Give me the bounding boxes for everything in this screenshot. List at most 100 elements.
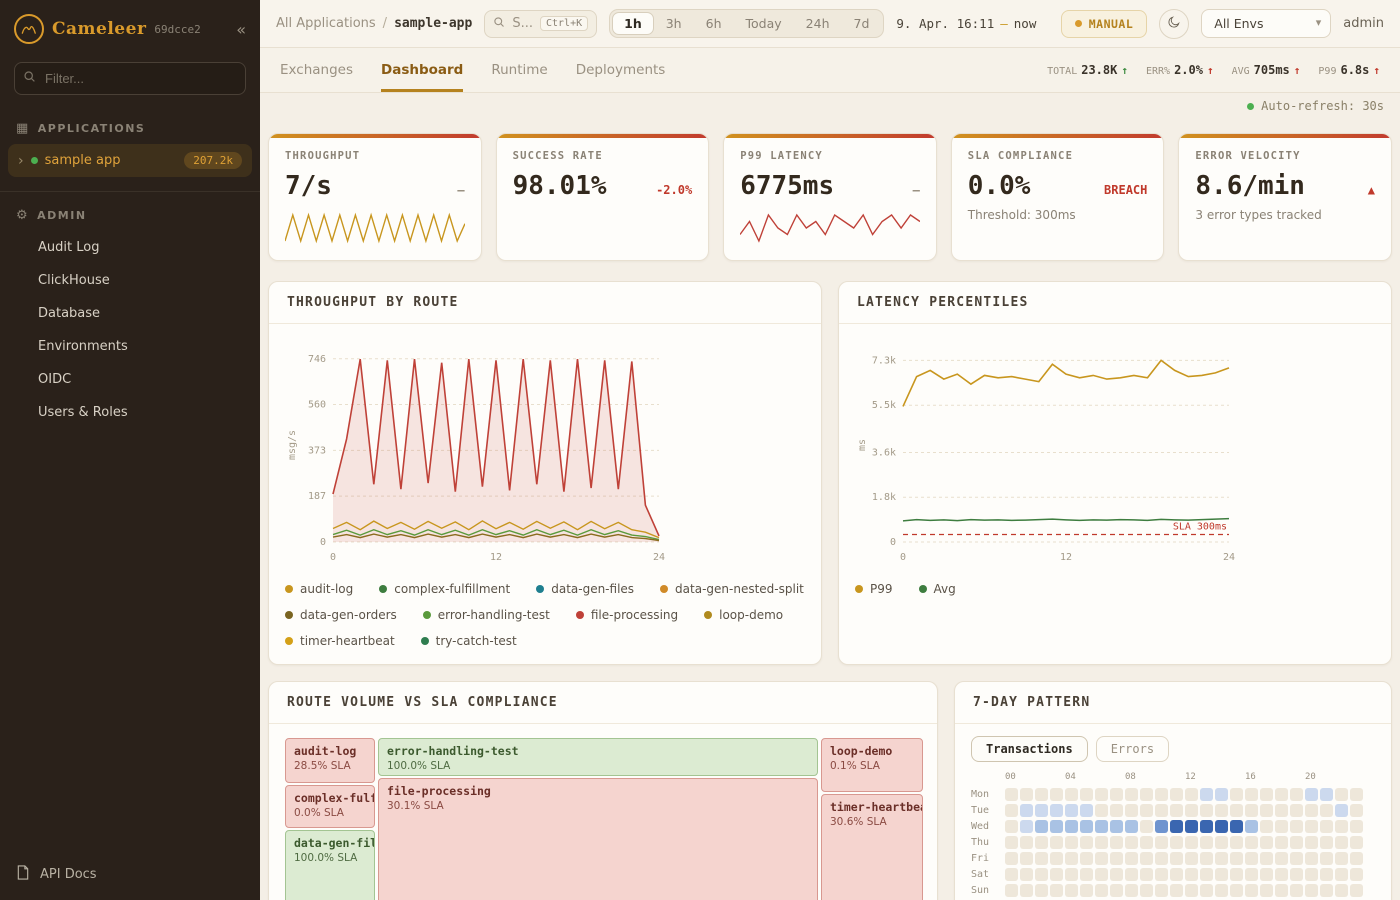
throughput-by-route-panel: THROUGHPUT BY ROUTE 018737356074601224ms… [268, 281, 822, 665]
sidebar-admin-item[interactable]: Audit Log [0, 231, 260, 264]
svg-text:187: 187 [308, 491, 326, 502]
time-range-button[interactable]: 24h [794, 12, 842, 35]
env-select[interactable]: All Envs ▾ [1201, 9, 1331, 38]
treemap-box[interactable]: file-processing30.1% SLA [378, 778, 818, 900]
legend-item[interactable]: timer-heartbeat [285, 634, 395, 648]
heatmap-row: Sat [971, 866, 1375, 882]
breadcrumb-current-app: sample-app [394, 16, 472, 31]
legend-item[interactable]: try-catch-test [421, 634, 517, 648]
sidebar-admin-item[interactable]: Database [0, 297, 260, 330]
treemap-box[interactable]: data-gen-files100.0% SLA [285, 830, 375, 900]
heatmap-cell [1335, 868, 1348, 881]
sidebar-admin-item[interactable]: Users & Roles [0, 396, 260, 429]
dark-mode-toggle[interactable] [1159, 9, 1189, 39]
legend-dot-icon [855, 585, 863, 593]
legend-item[interactable]: file-processing [576, 608, 678, 622]
heatmap-cell [1305, 788, 1318, 801]
svg-text:0: 0 [900, 552, 906, 563]
heatmap-cell [1350, 836, 1363, 849]
heatmap-cell [1095, 868, 1108, 881]
svg-text:0: 0 [320, 537, 326, 548]
legend-item[interactable]: Avg [919, 582, 956, 596]
legend-dot-icon [379, 585, 387, 593]
heatmap-hour-label [1200, 772, 1215, 786]
treemap-box[interactable]: loop-demo0.1% SLA [821, 738, 923, 792]
heatmap-cell [1245, 804, 1258, 817]
heatmap-cell [1065, 788, 1078, 801]
heatmap-cell [1020, 788, 1033, 801]
stat: P99 6.8s ↑ [1318, 63, 1380, 77]
api-docs-link[interactable]: API Docs [0, 849, 260, 900]
heatmap-cell [1230, 868, 1243, 881]
sidebar-item-sample-app[interactable]: › sample app 207.2k [8, 144, 252, 177]
time-range-button[interactable]: 3h [654, 12, 694, 35]
tab[interactable]: Exchanges [280, 48, 353, 92]
legend-item[interactable]: P99 [855, 582, 893, 596]
pattern-toggle[interactable]: Transactions [971, 736, 1088, 762]
dashboard-content: THROUGHPUT 7/s – SUCCESS RATE 98.01% -2.… [260, 119, 1400, 900]
legend-item[interactable]: complex-fulfillment [379, 582, 510, 596]
heatmap-cell [1260, 868, 1273, 881]
heatmap-cell [1320, 868, 1333, 881]
heatmap-cell [1005, 836, 1018, 849]
treemap-box[interactable]: audit-log28.5% SLA [285, 738, 375, 783]
pattern-toggle[interactable]: Errors [1096, 736, 1169, 762]
sidebar-admin-item[interactable]: OIDC [0, 363, 260, 396]
treemap-box[interactable]: complex-fulfil…0.0% SLA [285, 785, 375, 828]
date-range[interactable]: 9. Apr. 16:11 – now [896, 16, 1036, 31]
legend-dot-icon [576, 611, 584, 619]
tab[interactable]: Deployments [576, 48, 666, 92]
manual-refresh-button[interactable]: MANUAL [1061, 10, 1148, 38]
treemap-sla-value: 100.0% SLA [387, 760, 809, 772]
heatmap-cell [1230, 852, 1243, 865]
kpi-card: SUCCESS RATE 98.01% -2.0% [496, 133, 710, 261]
heatmap-hour-label [1215, 772, 1230, 786]
time-range-button[interactable]: 7d [842, 12, 882, 35]
heatmap-cell [1320, 884, 1333, 897]
treemap-box[interactable]: error-handling-test100.0% SLA [378, 738, 818, 776]
heatmap-cell [1005, 788, 1018, 801]
heatmap-cell [1170, 788, 1183, 801]
heatmap-day-label: Sun [971, 885, 1005, 896]
time-range-button[interactable]: 1h [612, 12, 654, 35]
heatmap-cell [1290, 836, 1303, 849]
heatmap-cell [1230, 804, 1243, 817]
heatmap-cell [1185, 868, 1198, 881]
global-search[interactable]: S... Ctrl+K [484, 10, 597, 38]
applications-section-header: ▦ APPLICATIONS [0, 111, 260, 144]
time-range-button[interactable]: Today [734, 12, 794, 35]
chevron-right-icon[interactable]: › [18, 153, 24, 169]
breadcrumb-all-applications[interactable]: All Applications [276, 16, 376, 31]
heatmap-cell [1230, 884, 1243, 897]
user-menu[interactable]: admin [1343, 16, 1384, 31]
heatmap-cell [1200, 820, 1213, 833]
treemap-box[interactable]: timer-heartbeat30.6% SLA [821, 794, 923, 900]
heatmap-cell [1080, 788, 1093, 801]
heatmap-cell [1110, 820, 1123, 833]
heatmap-cell [1170, 868, 1183, 881]
legend-item[interactable]: data-gen-files [536, 582, 634, 596]
sidebar-admin-item[interactable]: Environments [0, 330, 260, 363]
heatmap-cell [1305, 868, 1318, 881]
legend-item[interactable]: data-gen-orders [285, 608, 397, 622]
time-range-button[interactable]: 6h [694, 12, 734, 35]
heatmap-cell [1125, 788, 1138, 801]
manual-label: MANUAL [1089, 17, 1134, 31]
kpi-delta: ▲ [1368, 183, 1375, 197]
heatmap-cell [1080, 820, 1093, 833]
tab[interactable]: Runtime [491, 48, 547, 92]
legend-item[interactable]: data-gen-nested-split [660, 582, 804, 596]
legend-item[interactable]: audit-log [285, 582, 353, 596]
sidebar-admin-item[interactable]: ClickHouse [0, 264, 260, 297]
heatmap-hour-label: 16 [1245, 772, 1260, 786]
treemap-sla-value: 100.0% SLA [294, 852, 366, 864]
heatmap-cell [1260, 884, 1273, 897]
legend-label: data-gen-files [551, 582, 634, 596]
tab[interactable]: Dashboard [381, 48, 463, 92]
legend-item[interactable]: loop-demo [704, 608, 783, 622]
filter-input[interactable] [14, 62, 246, 95]
collapse-sidebar-button[interactable]: « [236, 20, 246, 39]
legend-label: loop-demo [719, 608, 783, 622]
treemap-sla-value: 0.0% SLA [294, 807, 366, 819]
legend-item[interactable]: error-handling-test [423, 608, 550, 622]
